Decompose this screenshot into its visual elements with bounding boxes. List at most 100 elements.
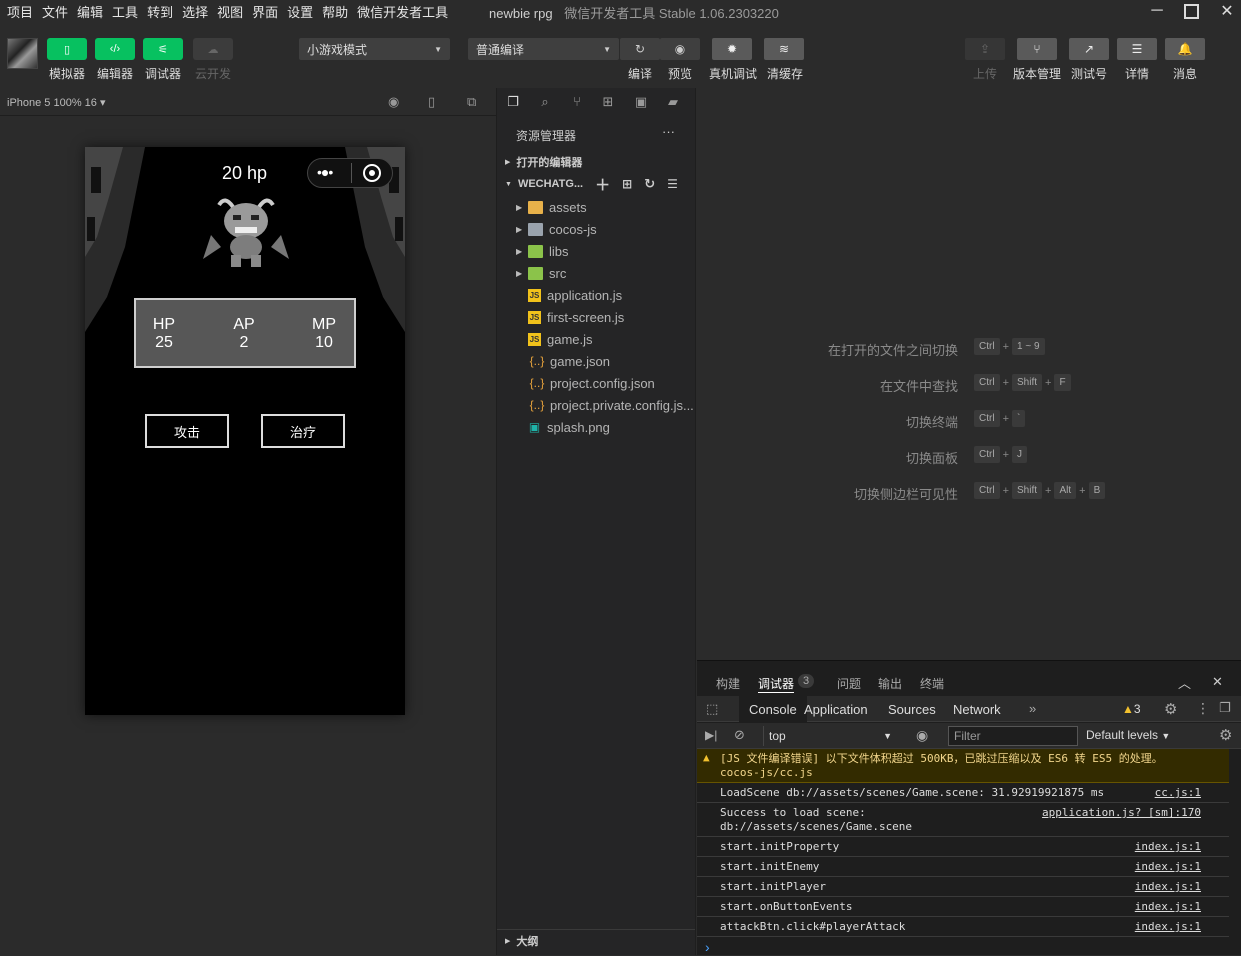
open-editors-section[interactable]: ▶ 打开的编辑器 (497, 151, 695, 173)
tree-item[interactable]: JS first-screen.js (497, 306, 695, 328)
panel-tab[interactable]: 调试器 (758, 675, 795, 693)
toolbar-mid-2-button[interactable]: ✹ (712, 38, 752, 60)
kebab-icon[interactable]: ⋮ (1196, 700, 1210, 717)
levels-select[interactable]: Default levels ▼ (1086, 728, 1170, 742)
toolbar-left-2-button[interactable]: ⚟ (143, 38, 183, 60)
toolbar-mid-1-button[interactable]: ◉ (660, 38, 700, 60)
tree-item[interactable]: ▶ libs (497, 240, 695, 262)
toolbar-right-0-button[interactable]: ⇪ (965, 38, 1005, 60)
console-prompt[interactable]: › (705, 939, 710, 955)
chevron-up-icon[interactable]: ︿ (1178, 673, 1191, 692)
menu-item[interactable]: 转到 (138, 2, 173, 21)
toolbar-mid-3-button[interactable]: ≋ (764, 38, 804, 60)
settings-icon[interactable]: ⚙ (1164, 700, 1177, 718)
attack-button[interactable]: 攻击 (145, 414, 229, 448)
device-select[interactable]: iPhone 5 100% 16 ▾ (7, 96, 106, 109)
tree-item-label: game.json (550, 353, 610, 369)
storage-icon[interactable]: ▣ (631, 94, 651, 112)
files-icon[interactable]: ❐ (503, 94, 523, 112)
project-root-section[interactable]: ▼ WECHATG... ＋ ⊞ ↻ ☰ (497, 173, 695, 195)
devtools-tab[interactable]: Network (953, 696, 1001, 722)
minimize-icon[interactable]: ─ (1142, 0, 1172, 22)
close-panel-icon[interactable]: ✕ (1212, 674, 1223, 690)
more-tabs-icon[interactable]: » (1029, 701, 1036, 716)
collapse-icon[interactable]: ☰ (667, 177, 678, 191)
console-source-link[interactable]: application.js? [sm]:170 (1042, 806, 1201, 820)
menu-item[interactable]: 设置 (278, 2, 313, 21)
menu-item[interactable]: 界面 (243, 2, 278, 21)
menu-item[interactable]: 帮助 (313, 2, 348, 21)
tree-item[interactable]: ▶ cocos-js (497, 218, 695, 240)
console-settings-icon[interactable]: ⚙ (1219, 726, 1232, 744)
source-control-icon[interactable]: ⑂ (567, 94, 587, 112)
outline-section[interactable]: ▶ 大纲 (497, 929, 695, 951)
tree-item[interactable]: {..} game.json (497, 350, 695, 372)
toolbar-right-4-button[interactable]: 🔔 (1165, 38, 1205, 60)
panel-tab[interactable]: 终端 (920, 675, 944, 692)
toolbar-right-3-button[interactable]: ☰ (1117, 38, 1157, 60)
sidebar-toggle-icon[interactable]: ▶| (705, 728, 717, 742)
toolbar-mid-0-button[interactable]: ↻ (620, 38, 660, 60)
menu-item[interactable]: 项目 (0, 2, 33, 21)
record-icon[interactable]: ◉ (388, 94, 399, 110)
menu-item[interactable]: 编辑 (68, 2, 103, 21)
console-log[interactable]: ▲ [JS 文件编译错误] 以下文件体积超过 500KB，已跳过压缩以及 ES6 … (697, 749, 1241, 956)
tree-item[interactable]: {..} project.private.config.js... (497, 394, 695, 416)
warning-count[interactable]: ▲3 (1122, 702, 1141, 716)
mode-select[interactable]: 小游戏模式 ▼ (299, 38, 450, 60)
extensions-icon[interactable]: ⊞ (598, 94, 618, 112)
console-source-link[interactable]: index.js:1 (1135, 920, 1201, 934)
menu-item[interactable]: 视图 (208, 2, 243, 21)
tree-item[interactable]: ▣ splash.png (497, 416, 695, 438)
more-icon[interactable]: •●• (317, 164, 333, 180)
tree-item[interactable]: JS game.js (497, 328, 695, 350)
toolbar-left-1-button[interactable]: ‹/› (95, 38, 135, 60)
docker-icon[interactable]: ▰ (663, 94, 683, 112)
phone-rotate-icon[interactable]: ▯ (428, 94, 435, 110)
console-source-link[interactable]: cc.js:1 (1155, 786, 1201, 800)
toolbar-left-3-button[interactable]: ☁ (193, 38, 233, 60)
inspect-icon[interactable]: ⬚ (706, 701, 718, 717)
tree-item[interactable]: JS application.js (497, 284, 695, 306)
heal-button[interactable]: 治疗 (261, 414, 345, 448)
key-cap: Ctrl (974, 410, 1000, 427)
devtools-tab[interactable]: Application (804, 696, 868, 722)
popout-icon[interactable]: ⧉ (467, 94, 476, 110)
toolbar-left-0-button[interactable]: ▯ (47, 38, 87, 60)
new-folder-icon[interactable]: ⊞ (622, 177, 632, 191)
exit-icon[interactable] (363, 164, 381, 182)
search-icon[interactable]: ⌕ (535, 94, 555, 112)
clear-console-icon[interactable]: ⊘ (734, 727, 745, 743)
tree-item[interactable]: {..} project.config.json (497, 372, 695, 394)
avatar[interactable] (7, 38, 38, 69)
compile-select[interactable]: 普通编译 ▼ (468, 38, 619, 60)
console-source-link[interactable]: index.js:1 (1135, 900, 1201, 914)
menu-item[interactable]: 文件 (33, 2, 68, 21)
tree-item[interactable]: ▶ assets (497, 196, 695, 218)
close-icon[interactable]: ✕ (1212, 0, 1241, 22)
devtools-tab[interactable]: Sources (888, 696, 936, 722)
maximize-icon[interactable] (1176, 0, 1206, 22)
new-file-icon[interactable]: ＋ (595, 174, 610, 195)
more-icon[interactable]: ··· (662, 124, 675, 139)
sliders-icon: ⚟ (158, 43, 168, 56)
dock-icon[interactable]: ❐ (1219, 700, 1231, 716)
toolbar-right-1-button[interactable]: ⑂ (1017, 38, 1057, 60)
panel-tab[interactable]: 输出 (878, 675, 902, 692)
menu-item[interactable]: 选择 (173, 2, 208, 21)
toolbar-right-2-button[interactable]: ↗ (1069, 38, 1109, 60)
console-source-link[interactable]: index.js:1 (1135, 840, 1201, 854)
menu-item[interactable]: 微信开发者工具 (348, 2, 448, 21)
refresh-icon[interactable]: ↻ (644, 176, 655, 192)
panel-tab[interactable]: 问题 (837, 675, 861, 692)
eye-icon[interactable]: ◉ (916, 727, 928, 744)
menu-item[interactable]: 工具 (103, 2, 138, 21)
filter-input[interactable]: Filter (948, 726, 1078, 746)
console-source-link[interactable]: index.js:1 (1135, 860, 1201, 874)
tree-item[interactable]: ▶ src (497, 262, 695, 284)
panel-tab[interactable]: 构建 (716, 675, 740, 692)
console-source-link[interactable]: index.js:1 (1135, 880, 1201, 894)
context-select[interactable]: top ▼ (763, 726, 897, 746)
devtools-tab[interactable]: Console (739, 696, 807, 722)
game-screen[interactable]: 20 hp •●• HP 25 AP 2 MP 10 攻击 治疗 (85, 147, 405, 715)
